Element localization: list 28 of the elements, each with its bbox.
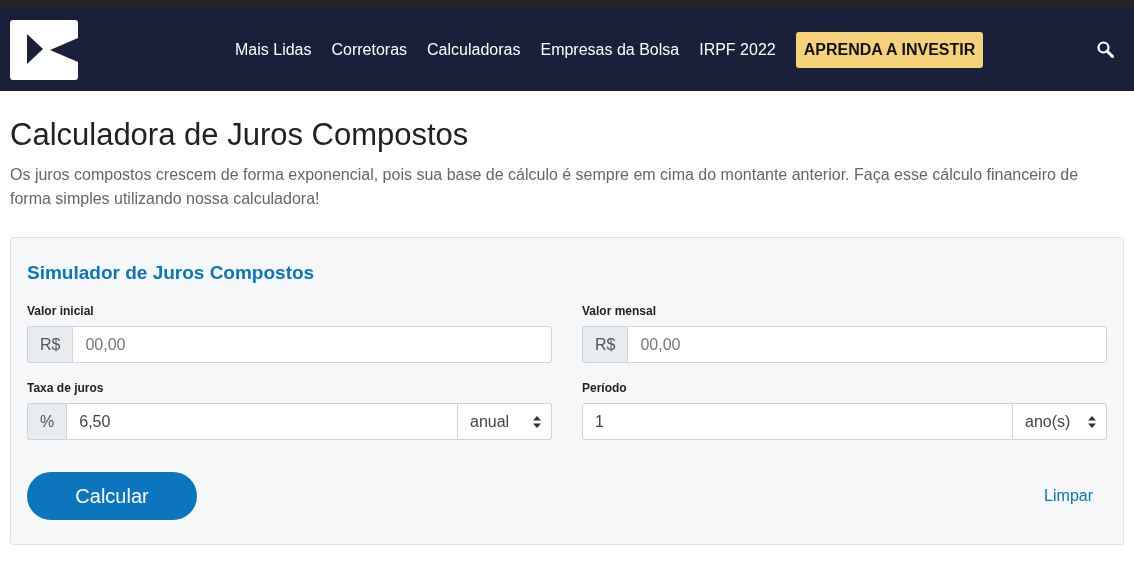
field-label: Valor inicial <box>27 304 95 318</box>
field-label: Período <box>582 381 628 395</box>
input-field[interactable]: 00,00 <box>627 326 1107 363</box>
logo-icon[interactable] <box>10 19 78 80</box>
nav-link[interactable]: IRPF 2022 <box>699 40 776 59</box>
learn-button[interactable]: APRENDA A INVESTIR <box>795 31 984 68</box>
nav-link[interactable]: Calculadoras <box>427 40 521 59</box>
calculate-button[interactable]: Calcular <box>27 472 197 520</box>
field-label: Taxa de juros <box>27 381 105 395</box>
input-prefix: R$ <box>582 326 628 363</box>
nav-link[interactable]: Mais Lidas <box>235 40 312 59</box>
clear-link[interactable]: Limpar <box>1044 487 1093 505</box>
page-title: Calculadora de Juros Compostos <box>10 117 470 153</box>
input-prefix: R$ <box>27 326 73 363</box>
search-icon[interactable] <box>1097 41 1114 58</box>
sort-caret-icon <box>1088 415 1096 428</box>
unit-select[interactable]: ano(s) <box>1013 403 1107 440</box>
unit-select[interactable]: anual <box>458 403 552 440</box>
sort-caret-icon <box>533 415 541 428</box>
field-label: Valor mensal <box>582 304 658 318</box>
simulator-title: Simulador de Juros Compostos <box>27 262 316 284</box>
input-field[interactable]: 6,50 <box>66 403 458 440</box>
input-prefix: % <box>27 403 67 440</box>
input-field[interactable]: 1 <box>582 403 1013 440</box>
input-field[interactable]: 00,00 <box>72 326 552 363</box>
page-description: Os juros compostos crescem de forma exponencial, pois sua base de cálculo é sempre em cima do montante anterior. Faça esse cálculo financeiro de forma simples utilizando nossa calculadora! <box>10 165 1080 209</box>
nav-link[interactable]: Empresas da Bolsa <box>540 40 680 59</box>
nav-link[interactable]: Corretoras <box>331 40 408 59</box>
